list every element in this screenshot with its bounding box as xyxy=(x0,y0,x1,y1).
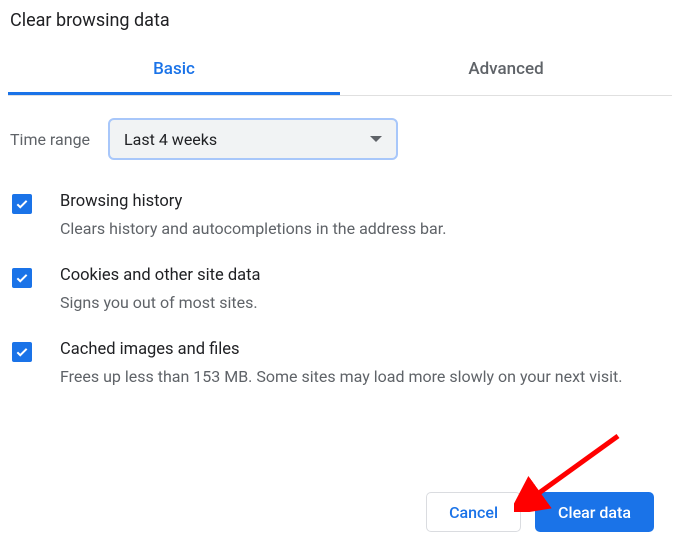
option-text: Cookies and other site data Signs you ou… xyxy=(32,266,261,314)
option-text: Browsing history Clears history and auto… xyxy=(32,192,446,240)
option-title: Browsing history xyxy=(60,192,446,211)
chevron-down-icon xyxy=(370,136,382,142)
options-list: Browsing history Clears history and auto… xyxy=(8,160,672,403)
tab-bar: Basic Advanced xyxy=(8,45,672,96)
checkbox-cookies[interactable] xyxy=(12,268,32,288)
button-label: Clear data xyxy=(558,503,631,522)
clear-browsing-data-dialog: Clear browsing data Basic Advanced Time … xyxy=(0,0,680,403)
tab-label: Basic xyxy=(153,59,195,79)
option-desc: Clears history and autocompletions in th… xyxy=(60,217,446,240)
time-range-row: Time range Last 4 weeks xyxy=(8,96,672,160)
option-title: Cookies and other site data xyxy=(60,266,261,285)
time-range-select[interactable]: Last 4 weeks xyxy=(108,118,398,160)
time-range-value: Last 4 weeks xyxy=(124,130,217,149)
checkmark-icon xyxy=(15,271,29,285)
checkbox-browsing-history[interactable] xyxy=(12,194,32,214)
checkbox-cache[interactable] xyxy=(12,342,32,362)
dialog-title: Clear browsing data xyxy=(8,10,672,39)
tab-basic[interactable]: Basic xyxy=(8,45,340,95)
tab-label: Advanced xyxy=(468,59,543,79)
option-title: Cached images and files xyxy=(60,340,622,359)
option-desc: Frees up less than 153 MB. Some sites ma… xyxy=(60,365,622,388)
option-cache: Cached images and files Frees up less th… xyxy=(12,328,672,402)
option-text: Cached images and files Frees up less th… xyxy=(32,340,622,388)
option-desc: Signs you out of most sites. xyxy=(60,291,261,314)
button-label: Cancel xyxy=(449,503,498,522)
cancel-button[interactable]: Cancel xyxy=(426,492,521,532)
checkmark-icon xyxy=(15,197,29,211)
dialog-footer: Cancel Clear data xyxy=(426,492,654,532)
time-range-label: Time range xyxy=(10,130,90,149)
option-browsing-history: Browsing history Clears history and auto… xyxy=(12,180,672,254)
clear-data-button[interactable]: Clear data xyxy=(535,492,654,532)
option-cookies: Cookies and other site data Signs you ou… xyxy=(12,254,672,328)
checkmark-icon xyxy=(15,345,29,359)
tab-advanced[interactable]: Advanced xyxy=(340,45,672,95)
